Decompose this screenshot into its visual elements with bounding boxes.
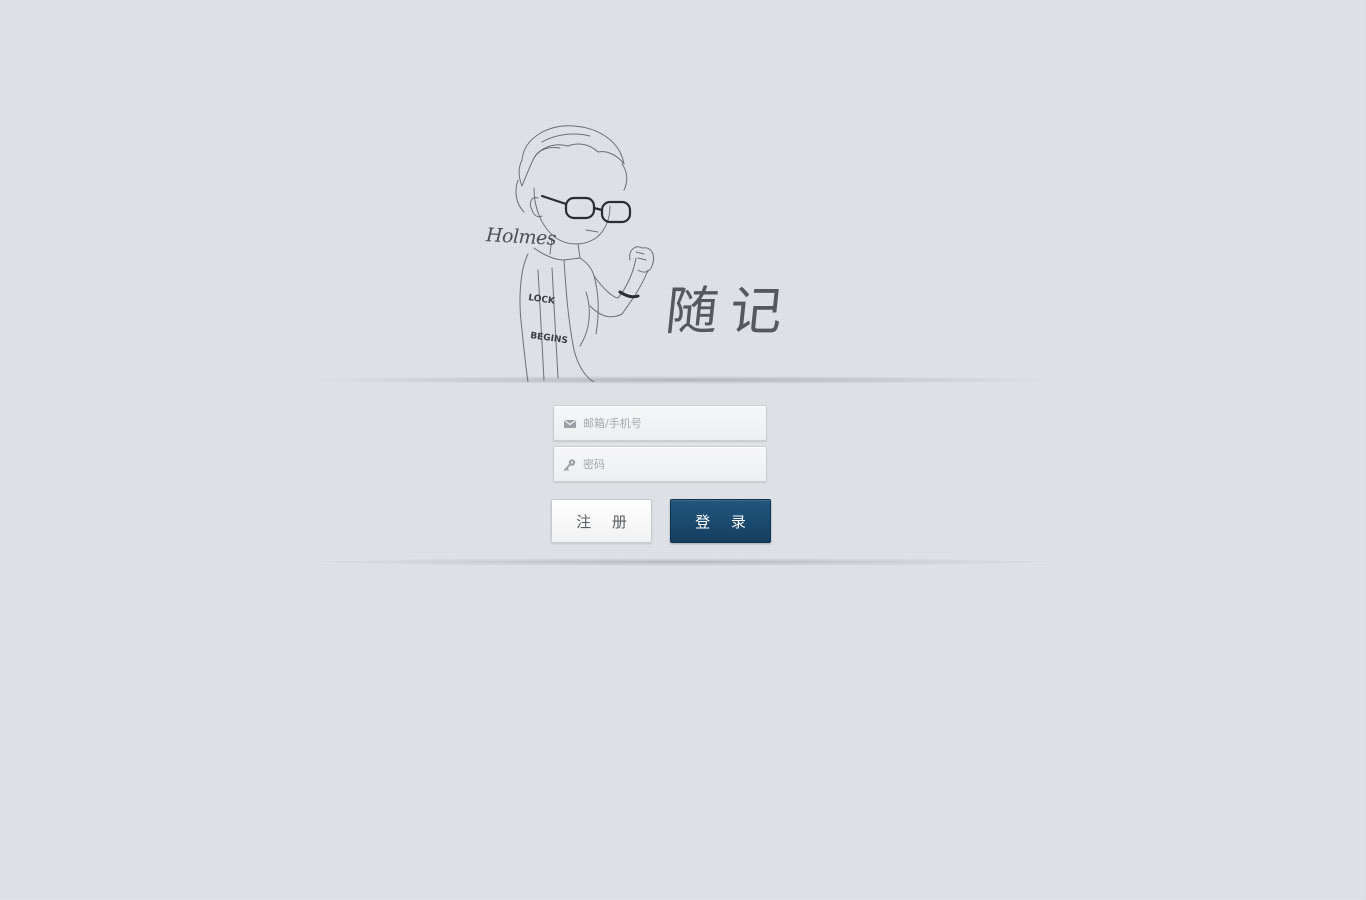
brand-title: 随记 (662, 282, 798, 342)
shirt-print-line2: BEGINS (530, 331, 569, 346)
password-field[interactable] (553, 446, 767, 482)
character-sketch: LOCK BEGINS (515, 125, 655, 382)
shirt-print-line1: LOCK (528, 293, 557, 307)
password-input[interactable] (583, 447, 761, 481)
email-field[interactable] (553, 405, 767, 441)
envelope-icon (564, 420, 576, 428)
register-button[interactable]: 注 册 (551, 499, 652, 543)
login-button[interactable]: 登 录 (670, 499, 771, 543)
email-input[interactable] (583, 406, 761, 440)
login-page: LOCK BEGINS Holmes 随记 注 册 登 录 (0, 0, 1366, 900)
character-illustration: LOCK BEGINS (482, 120, 662, 382)
signature-text: Holmes (485, 224, 557, 250)
top-divider (310, 376, 1056, 384)
key-icon (564, 459, 576, 471)
bottom-divider (310, 558, 1056, 566)
